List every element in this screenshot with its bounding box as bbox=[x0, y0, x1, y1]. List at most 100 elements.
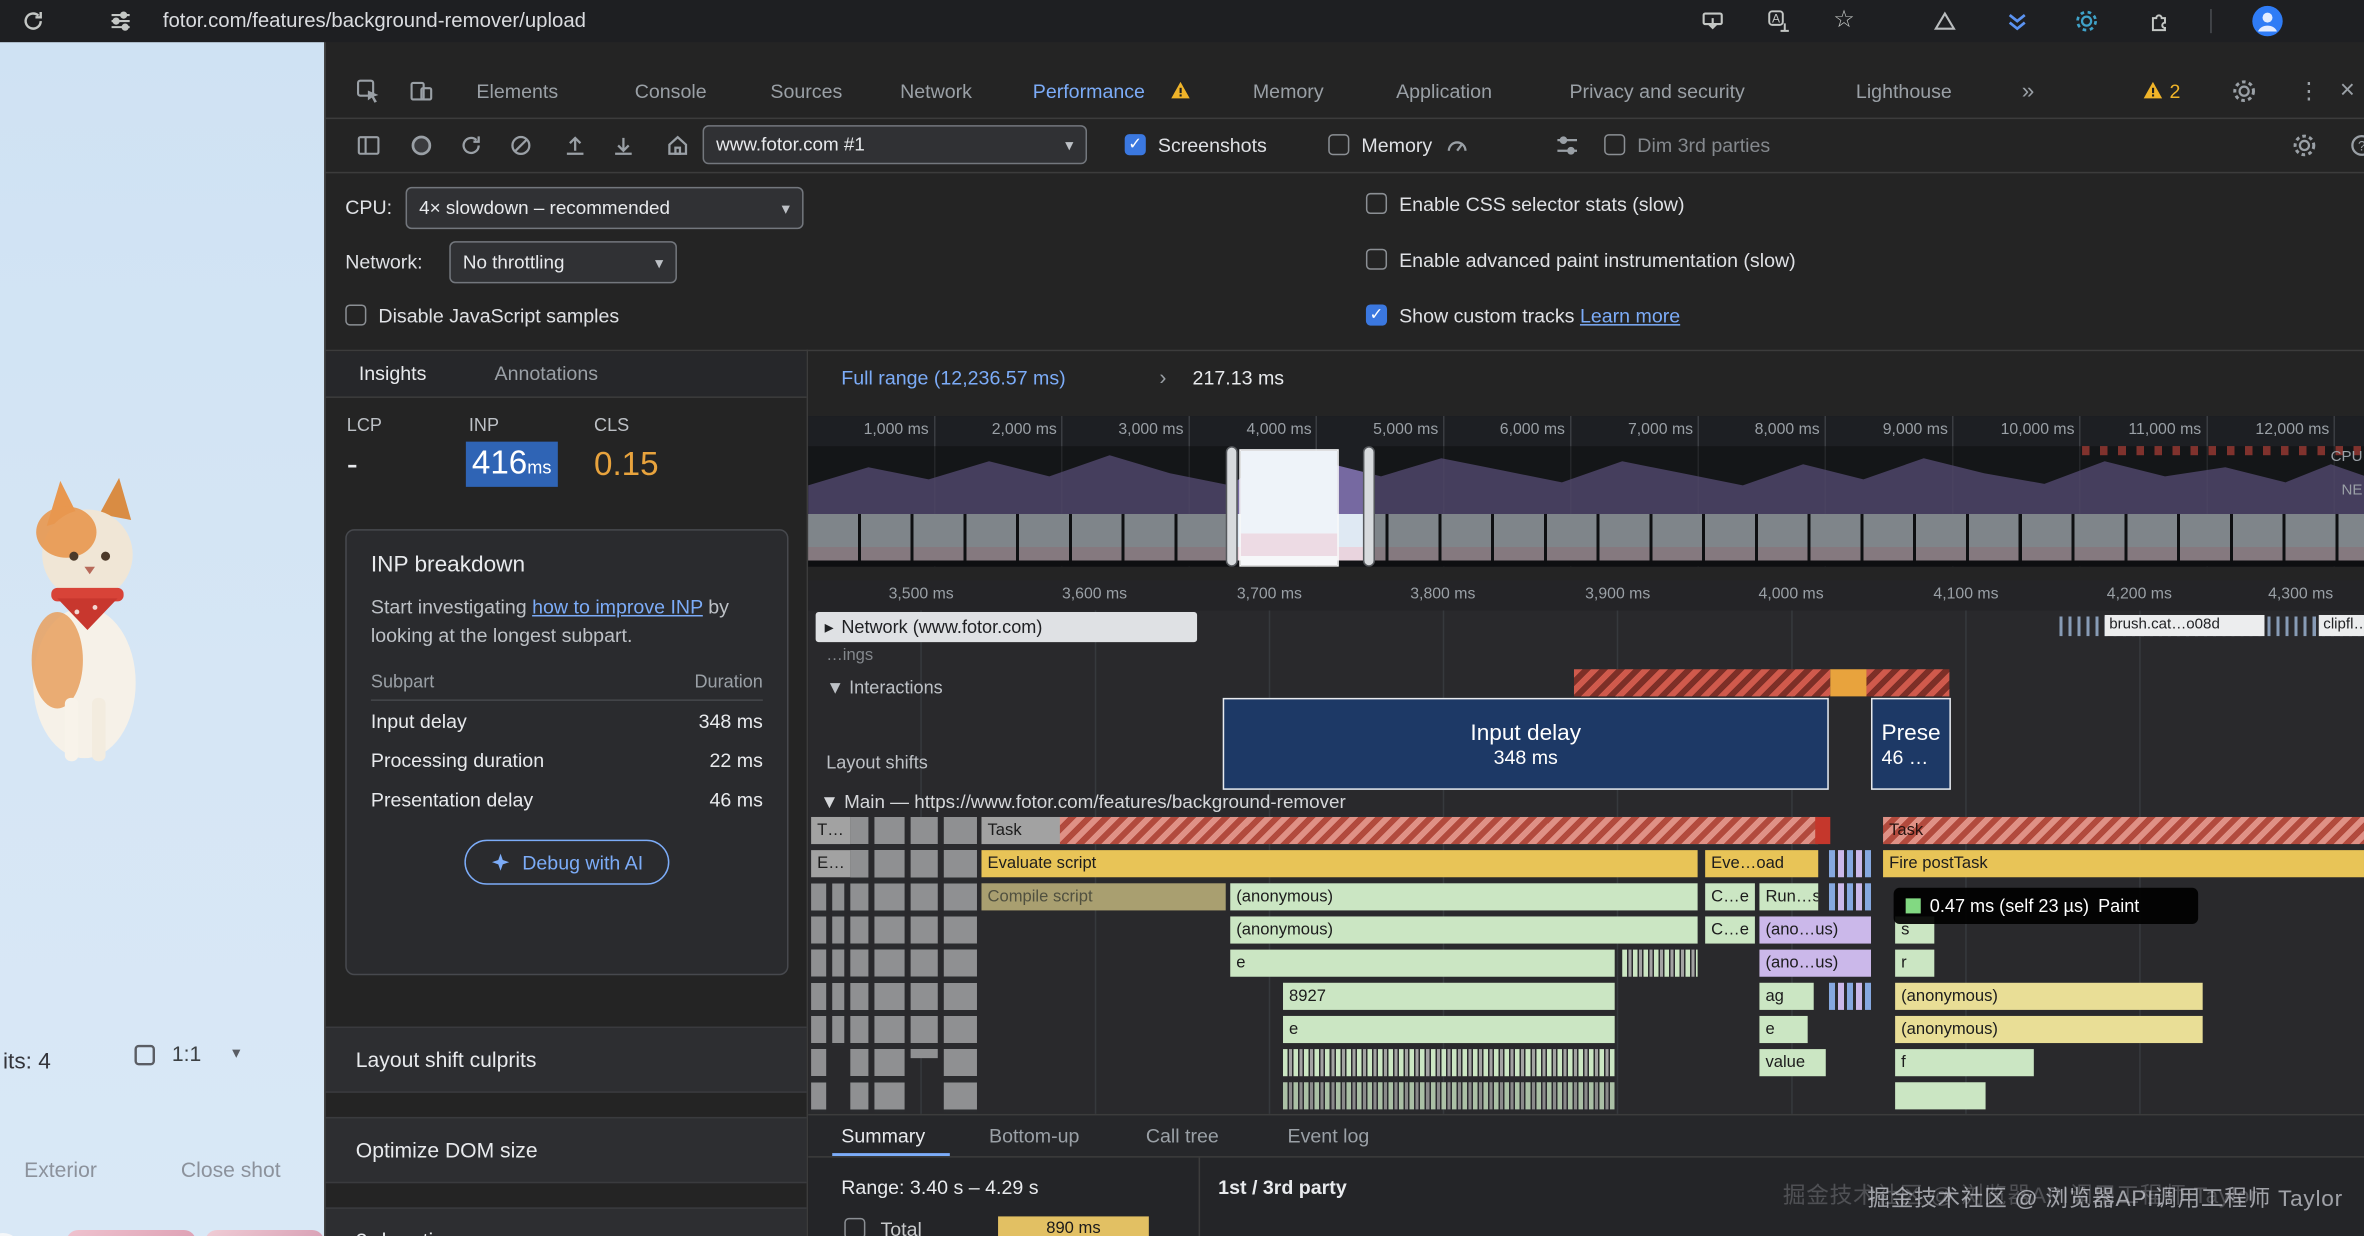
how-to-improve-link[interactable]: how to improve INP bbox=[532, 595, 703, 618]
close-devtools-icon[interactable]: × bbox=[2340, 75, 2355, 105]
reload-icon[interactable] bbox=[21, 9, 45, 33]
extension-chevrons-icon[interactable] bbox=[2005, 9, 2029, 33]
flame-bar[interactable] bbox=[1815, 817, 1830, 844]
flame-bar[interactable]: T… bbox=[811, 817, 850, 844]
extension-triangle-icon[interactable] bbox=[1933, 9, 1957, 33]
record-reload-icon[interactable] bbox=[458, 133, 484, 159]
screenshots-checkbox[interactable]: ✓ bbox=[1125, 134, 1146, 155]
extension-gear-icon[interactable] bbox=[2075, 9, 2099, 33]
kebab-menu-icon[interactable]: ⋮ bbox=[2298, 77, 2321, 104]
timeline-minimap[interactable]: 1,000 ms 2,000 ms 3,000 ms 4,000 ms 5,00… bbox=[808, 416, 2364, 567]
home-icon[interactable] bbox=[665, 133, 691, 159]
tab-elements[interactable]: Elements bbox=[476, 80, 558, 103]
flame-chart[interactable]: T… Task Task E… Evaluate script Eve…oad … bbox=[808, 817, 2364, 1112]
extensions-puzzle-icon[interactable] bbox=[2147, 9, 2171, 33]
translate-icon[interactable]: A bbox=[1767, 9, 1791, 33]
flame-bar[interactable]: C…e bbox=[1705, 916, 1755, 943]
cpu-throttling-select[interactable]: 4× slowdown – recommended ▾ bbox=[406, 187, 804, 229]
flame-bar[interactable]: e bbox=[1283, 1016, 1615, 1043]
load-profile-icon[interactable] bbox=[562, 133, 588, 159]
bookmark-star-icon[interactable]: ☆ bbox=[1833, 5, 1855, 35]
gauge-icon[interactable] bbox=[1444, 133, 1470, 159]
flame-bar-task[interactable]: Task bbox=[981, 817, 1818, 844]
breadcrumb-full-range[interactable]: Full range (12,236.57 ms) bbox=[841, 366, 1065, 389]
paint-instrumentation-checkbox[interactable] bbox=[1366, 249, 1387, 270]
tab-privacy[interactable]: Privacy and security bbox=[1569, 80, 1744, 103]
cls-value[interactable]: 0.15 bbox=[594, 445, 659, 484]
flame-bar[interactable]: Compile script bbox=[981, 883, 1225, 910]
site-settings-icon[interactable] bbox=[109, 9, 133, 33]
profile-avatar[interactable] bbox=[2251, 5, 2284, 38]
flame-bar[interactable]: e bbox=[1230, 950, 1614, 977]
sample-photo-1[interactable] bbox=[66, 1230, 196, 1236]
save-profile-icon[interactable] bbox=[611, 133, 637, 159]
inp-value-selected[interactable]: 416ms bbox=[466, 442, 558, 487]
flame-bar[interactable]: (anonymous) bbox=[1230, 916, 1697, 943]
tab-memory[interactable]: Memory bbox=[1253, 80, 1324, 103]
network-track-header[interactable]: ▸Network (www.fotor.com) bbox=[816, 612, 1197, 642]
interaction-processing-strip[interactable] bbox=[1830, 669, 1866, 696]
issues-warning-icon[interactable] bbox=[2142, 80, 2163, 101]
network-request[interactable]: brush.cat…o08d bbox=[2105, 615, 2265, 636]
debug-with-ai-button[interactable]: Debug with AI bbox=[465, 840, 669, 885]
flame-bar[interactable]: Fire postTask bbox=[1883, 850, 2364, 877]
css-stats-checkbox[interactable] bbox=[1366, 193, 1387, 214]
help-icon[interactable]: ? bbox=[2349, 133, 2364, 159]
section-3rd-parties[interactable]: 3rd parties bbox=[326, 1207, 808, 1236]
disable-js-checkbox[interactable] bbox=[345, 304, 366, 325]
flame-bar[interactable]: (ano…us) bbox=[1759, 950, 1871, 977]
network-throttling-select[interactable]: No throttling ▾ bbox=[449, 241, 677, 283]
tab-event-log[interactable]: Event log bbox=[1288, 1124, 1370, 1147]
memory-checkbox[interactable] bbox=[1328, 134, 1349, 155]
learn-more-link[interactable]: Learn more bbox=[1580, 304, 1680, 327]
target-select[interactable]: www.fotor.com #1 ▾ bbox=[703, 125, 1087, 164]
network-request[interactable]: clipfl… bbox=[2319, 615, 2364, 636]
flame-bar[interactable]: (anonymous) bbox=[1895, 1016, 2203, 1043]
record-button[interactable] bbox=[409, 133, 435, 159]
dim-3rd-parties-checkbox[interactable] bbox=[1604, 134, 1625, 155]
clear-icon[interactable] bbox=[508, 133, 534, 159]
ratio-selector[interactable]: 1:1 ▾ bbox=[133, 1037, 299, 1076]
flame-bar[interactable]: (anonymous) bbox=[1895, 983, 2203, 1010]
custom-tracks-checkbox[interactable]: ✓ bbox=[1366, 304, 1387, 325]
interaction-presentation-strip[interactable] bbox=[1866, 669, 1949, 696]
tab-summary[interactable]: Summary bbox=[841, 1124, 925, 1147]
tab-bottom-up[interactable]: Bottom-up bbox=[989, 1124, 1079, 1147]
flame-bar-task[interactable]: Task bbox=[1883, 817, 2364, 844]
tab-lighthouse[interactable]: Lighthouse bbox=[1856, 80, 1952, 103]
flame-bar[interactable]: (ano…us) bbox=[1759, 916, 1871, 943]
capture-settings-gear-icon[interactable] bbox=[2292, 133, 2318, 159]
settings-gear-icon[interactable] bbox=[2231, 78, 2257, 104]
sidebar-toggle-icon[interactable] bbox=[356, 133, 382, 159]
section-optimize-dom-size[interactable]: Optimize DOM size bbox=[326, 1117, 808, 1183]
tab-insights[interactable]: Insights bbox=[359, 362, 427, 385]
sample-photo-2[interactable] bbox=[205, 1230, 324, 1236]
window-handle-right[interactable] bbox=[1363, 446, 1375, 567]
flame-bar[interactable]: E… bbox=[811, 850, 850, 877]
flame-bar[interactable]: Run…sks bbox=[1759, 883, 1818, 910]
flame-bar[interactable]: Evaluate script bbox=[981, 850, 1697, 877]
flame-bar[interactable]: (anonymous) bbox=[1230, 883, 1697, 910]
device-toolbar-icon[interactable] bbox=[409, 78, 435, 104]
main-track-header[interactable]: ▼ Main — https://www.fotor.com/features/… bbox=[820, 791, 1346, 812]
flame-bar[interactable]: value bbox=[1759, 1049, 1825, 1076]
tab-application[interactable]: Application bbox=[1396, 80, 1492, 103]
flame-bar[interactable]: r bbox=[1895, 950, 1934, 977]
interactions-track-header[interactable]: ▼ Interactions bbox=[826, 677, 943, 698]
section-layout-shift-culprits[interactable]: Layout shift culprits bbox=[326, 1026, 808, 1092]
tab-call-tree[interactable]: Call tree bbox=[1146, 1124, 1219, 1147]
tab-annotations[interactable]: Annotations bbox=[495, 362, 599, 385]
flame-bar[interactable]: e bbox=[1759, 1016, 1807, 1043]
more-tabs-icon[interactable]: » bbox=[2022, 78, 2035, 104]
tab-network[interactable]: Network bbox=[900, 80, 972, 103]
tab-sources[interactable]: Sources bbox=[770, 80, 842, 103]
flame-bar[interactable]: f bbox=[1895, 1049, 2034, 1076]
tab-console[interactable]: Console bbox=[635, 80, 707, 103]
tab-exterior[interactable]: Exterior bbox=[24, 1158, 97, 1182]
breadcrumb-selection[interactable]: 217.13 ms bbox=[1193, 366, 1285, 389]
issues-count[interactable]: 2 bbox=[2170, 80, 2181, 103]
inspect-icon[interactable] bbox=[356, 78, 382, 104]
flame-bar[interactable]: ag bbox=[1759, 983, 1813, 1010]
levels-icon[interactable] bbox=[1554, 133, 1580, 159]
tab-performance[interactable]: Performance bbox=[1033, 80, 1145, 103]
